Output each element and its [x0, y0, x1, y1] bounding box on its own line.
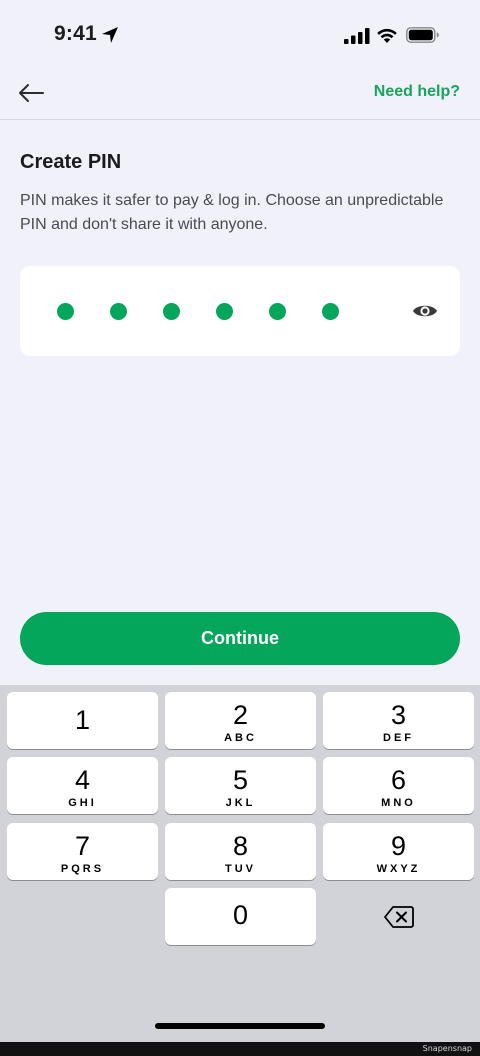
- key-digit: 2: [232, 700, 249, 730]
- key-letters: WXYZ: [376, 863, 421, 875]
- cellular-signal-icon: [344, 28, 370, 44]
- key-letters: MNO: [381, 797, 416, 809]
- key-letters: JKL: [225, 797, 256, 809]
- bottom-strip: [0, 1042, 480, 1056]
- pin-dot: [163, 303, 180, 320]
- home-indicator: [155, 1023, 325, 1029]
- status-bar: 9:41: [0, 0, 480, 72]
- key-6[interactable]: 6 MNO: [323, 757, 474, 814]
- continue-button[interactable]: Continue: [20, 612, 460, 665]
- key-digit: 5: [232, 765, 249, 795]
- key-digit: 8: [232, 831, 249, 861]
- battery-icon: [406, 27, 439, 43]
- key-digit: 9: [390, 831, 407, 861]
- key-3[interactable]: 3 DEF: [323, 692, 474, 749]
- backspace-icon: [383, 905, 414, 928]
- pin-dot: [110, 303, 127, 320]
- need-help-link[interactable]: Need help?: [374, 83, 460, 101]
- key-9[interactable]: 9 WXYZ: [323, 823, 474, 880]
- key-2[interactable]: 2 ABC: [165, 692, 316, 749]
- page-title: Create PIN: [20, 151, 122, 173]
- delete-key[interactable]: [323, 888, 474, 945]
- back-button[interactable]: [16, 78, 46, 108]
- show-pin-toggle[interactable]: [412, 300, 438, 322]
- watermark: Snapensnap: [422, 1044, 472, 1053]
- key-digit: 3: [390, 700, 407, 730]
- pin-input[interactable]: [20, 266, 460, 356]
- eye-icon: [413, 305, 437, 317]
- key-7[interactable]: 7 PQRS: [7, 823, 158, 880]
- key-letters: TUV: [225, 863, 256, 875]
- key-digit: 6: [390, 765, 407, 795]
- key-digit: 1: [74, 705, 91, 735]
- key-5[interactable]: 5 JKL: [165, 757, 316, 814]
- pin-dot: [216, 303, 233, 320]
- key-4[interactable]: 4 GHI: [7, 757, 158, 814]
- page-description: PIN makes it safer to pay & log in. Choo…: [20, 192, 444, 233]
- header: Need help?: [0, 72, 480, 120]
- wifi-icon: [377, 28, 397, 43]
- key-digit: 4: [74, 765, 91, 795]
- key-0[interactable]: 0: [165, 888, 316, 945]
- pin-dots: [57, 303, 339, 320]
- location-arrow-icon: [102, 27, 118, 43]
- key-1[interactable]: 1: [7, 692, 158, 749]
- pin-dot: [269, 303, 286, 320]
- key-letters: DEF: [383, 732, 414, 744]
- key-letters: PQRS: [60, 863, 105, 875]
- arrow-left-icon: [19, 84, 44, 102]
- numeric-keypad: 1 2 ABC 3 DEF 4 GHI 5 JKL 6 MNO 7 PQRS 8…: [0, 685, 480, 1042]
- key-letters: GHI: [68, 797, 97, 809]
- key-letters: ABC: [224, 732, 257, 744]
- key-8[interactable]: 8 TUV: [165, 823, 316, 880]
- pin-dot: [322, 303, 339, 320]
- pin-dot: [57, 303, 74, 320]
- key-digit: 7: [74, 831, 91, 861]
- key-digit: 0: [232, 900, 249, 930]
- status-time: 9:41: [54, 22, 97, 45]
